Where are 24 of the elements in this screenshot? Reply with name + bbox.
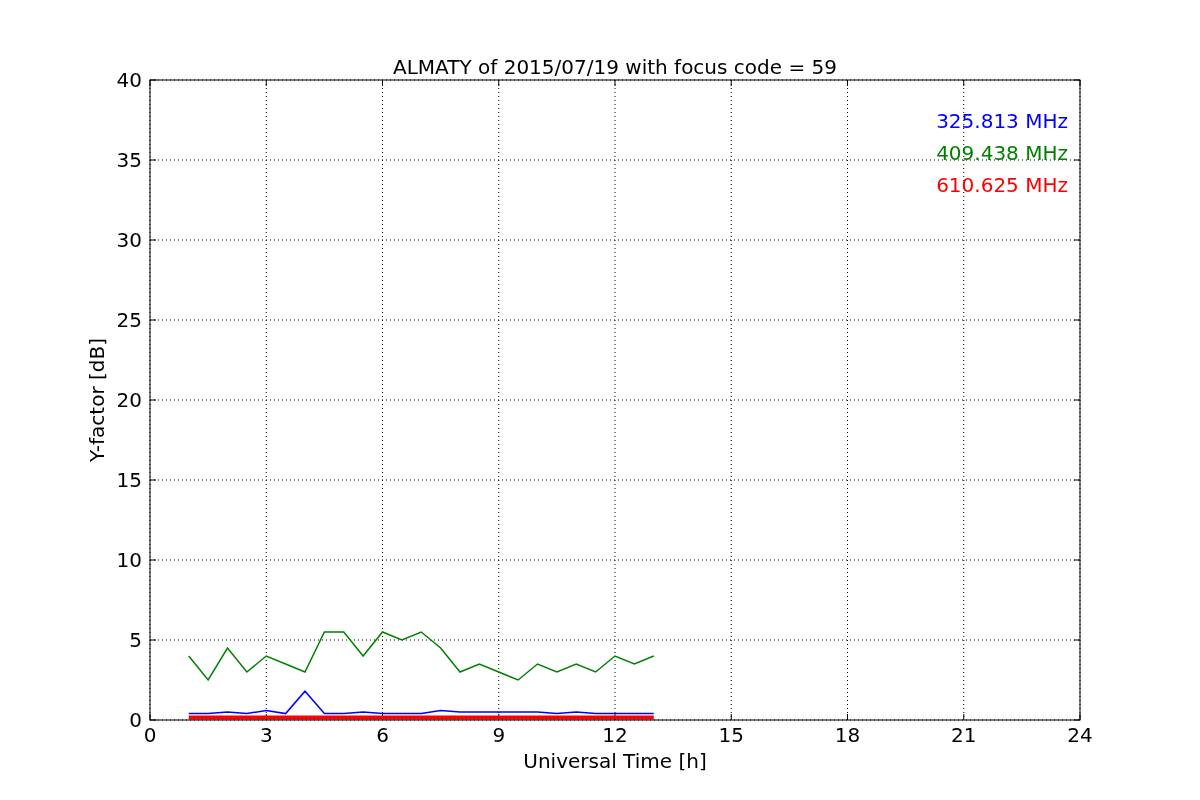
y-tick-label: 5 (129, 628, 142, 652)
x-tick-label: 3 (259, 723, 273, 747)
y-tick-label: 15 (116, 468, 142, 492)
x-tick-label: 24 (1067, 723, 1093, 747)
y-tick-label: 20 (116, 388, 142, 412)
x-tick-label: 18 (834, 723, 861, 747)
y-tick-label: 35 (116, 148, 142, 172)
legend-label: 325.813 MHz (936, 109, 1068, 133)
x-tick-label: 0 (143, 723, 157, 747)
y-tick-label: 40 (116, 68, 142, 92)
x-axis-label: Universal Time [h] (523, 749, 707, 773)
x-tick-label: 12 (602, 723, 628, 747)
y-tick-label: 0 (129, 708, 142, 732)
legend-label: 409.438 MHz (936, 141, 1068, 165)
y-tick-label: 25 (116, 308, 142, 332)
y-axis-label: Y-factor [dB] (85, 338, 109, 462)
chart-title: ALMATY of 2015/07/19 with focus code = 59 (393, 55, 837, 79)
x-tick-label: 21 (951, 723, 977, 747)
y-tick-label: 30 (116, 228, 142, 252)
x-tick-label: 15 (718, 723, 744, 747)
legend-label: 610.625 MHz (936, 173, 1068, 197)
y-tick-label: 10 (116, 548, 142, 572)
x-tick-label: 6 (376, 723, 389, 747)
x-tick-label: 9 (492, 723, 506, 747)
